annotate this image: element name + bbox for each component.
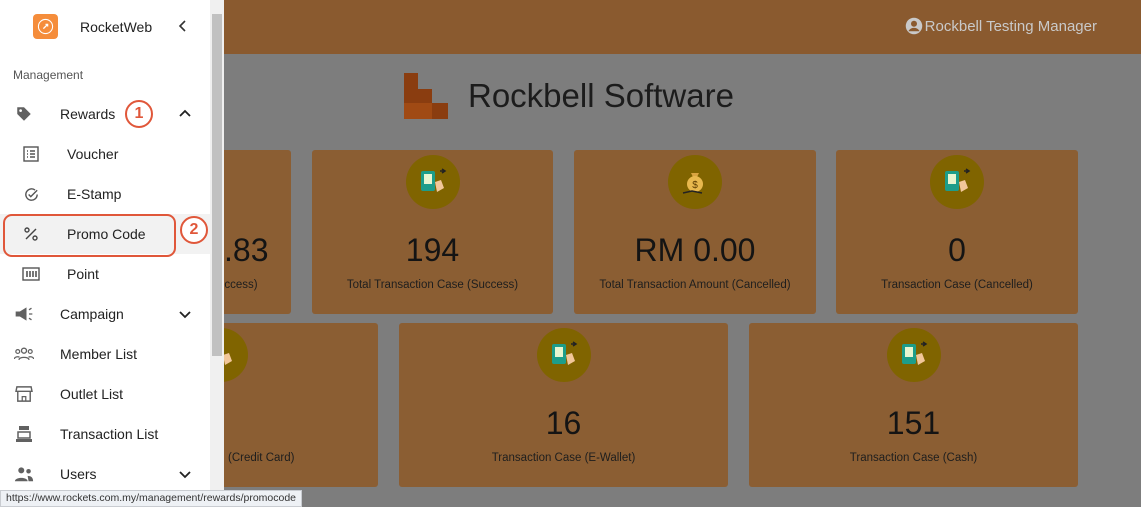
chevron-down-icon[interactable]: [177, 466, 193, 482]
sidebar-item-label: Users: [60, 466, 97, 482]
step-badge-2: 2: [180, 216, 208, 244]
stat-label: (Credit Card): [228, 452, 295, 464]
tag-icon: [14, 105, 34, 123]
sidebar-item-label: Member List: [60, 346, 138, 362]
sidebar-item-campaign[interactable]: Campaign: [0, 294, 210, 334]
promo-code-highlight: [3, 214, 176, 257]
stat-card: $ RM 0.00 Total Transaction Amount (Canc…: [574, 150, 816, 314]
sidebar-item-label: Rewards: [60, 106, 116, 122]
payment-icon: [536, 328, 591, 382]
stat-label: Transaction Case (E-Wallet): [491, 452, 636, 464]
check-circle-icon: [21, 185, 41, 203]
sidebar-item-label: Transaction List: [60, 426, 159, 442]
chevron-left-icon[interactable]: [175, 18, 191, 34]
store-icon: [14, 385, 34, 403]
rockbell-logo: [404, 73, 448, 119]
stat-card: 16 Transaction Case (E-Wallet): [399, 323, 728, 487]
sidebar-item-label: Point: [67, 266, 99, 282]
sidebar-item-member-list[interactable]: Member List: [0, 334, 210, 374]
stat-card: 0 Transaction Case (Cancelled): [836, 150, 1078, 314]
sidebar-item-label: E-Stamp: [67, 186, 122, 202]
list-icon: [21, 145, 41, 163]
sidebar-item-rewards[interactable]: Rewards: [0, 94, 210, 134]
brand-title: Rockbell Software: [468, 77, 734, 114]
users-icon: [14, 465, 34, 483]
money-bag-icon: $: [668, 155, 722, 209]
stat-label: Total Transaction Amount (Cancelled): [599, 279, 791, 291]
sidebar-item-voucher[interactable]: Voucher: [0, 134, 210, 174]
step-badge-1: 1: [125, 100, 153, 128]
sidebar-item-e-stamp[interactable]: E-Stamp: [0, 174, 210, 214]
sidebar-item-label: Outlet List: [60, 386, 124, 402]
stat-label: uccess): [218, 279, 258, 291]
user-name: Rockbell Testing Manager: [924, 17, 1097, 35]
sidebar-item-transaction-list[interactable]: Transaction List: [0, 414, 210, 454]
stat-value: 0: [948, 232, 966, 268]
account-icon: [905, 17, 922, 35]
stat-value: RM 0.00: [634, 232, 756, 268]
brand-header: Rockbell Software: [404, 73, 734, 119]
status-bar-url: https://www.rockets.com.my/management/re…: [0, 490, 303, 507]
svg-text:$: $: [692, 180, 698, 191]
app-name: RocketWeb: [80, 19, 153, 35]
sidebar-item-point[interactable]: Point: [0, 254, 210, 294]
stat-label: Total Transaction Case (Success): [346, 279, 519, 291]
chevron-down-icon[interactable]: [177, 306, 193, 322]
sidebar-item-label: Voucher: [67, 146, 119, 162]
members-icon: [14, 345, 34, 363]
stat-value: .83: [224, 232, 269, 268]
chevron-up-icon[interactable]: [177, 106, 193, 122]
sidebar-item-outlet-list[interactable]: Outlet List: [0, 374, 210, 414]
stat-value: 151: [886, 405, 941, 441]
payment-icon: [930, 155, 984, 209]
rocket-logo-icon: [33, 14, 58, 39]
stat-card: 194 Total Transaction Case (Success): [312, 150, 553, 314]
stat-value: 16: [545, 405, 582, 441]
sidebar-item-users[interactable]: Users: [0, 454, 210, 494]
payment-icon: [405, 155, 460, 209]
stat-label: Transaction Case (Cancelled): [881, 279, 1033, 291]
scrollbar-thumb[interactable]: [212, 14, 222, 356]
stat-value: 194: [405, 232, 460, 268]
section-label: Management: [13, 68, 84, 82]
register-icon: [14, 425, 34, 443]
megaphone-icon: [14, 305, 34, 323]
user-menu[interactable]: Rockbell Testing Manager: [905, 17, 1097, 35]
payment-icon: [886, 328, 941, 382]
points-icon: [21, 265, 41, 283]
stat-label: Transaction Case (Cash): [849, 452, 978, 464]
sidebar-item-label: Campaign: [60, 306, 124, 322]
stat-card: 151 Transaction Case (Cash): [749, 323, 1078, 487]
stat-card: (Credit Card): [194, 323, 378, 487]
